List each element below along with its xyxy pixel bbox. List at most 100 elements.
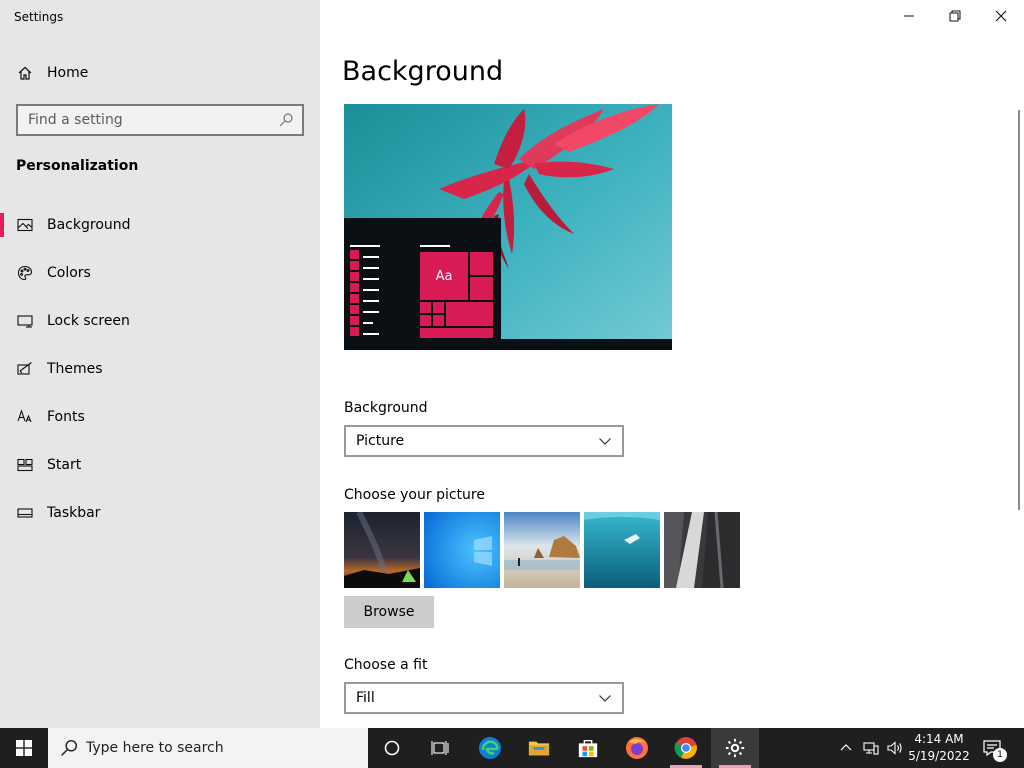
chrome-button[interactable] [662,728,710,768]
picture-thumbnails [344,512,740,588]
fit-value: Fill [356,690,375,706]
section-title: Personalization [16,158,139,174]
sidebar-item-label: Themes [47,361,103,377]
vertical-scrollbar[interactable] [1018,110,1020,510]
sidebar-item-lock-screen[interactable]: Lock screen [0,304,320,352]
window-controls [886,0,1024,32]
file-explorer-button[interactable] [515,728,563,768]
sidebar-item-start[interactable]: Start [0,448,320,496]
close-button[interactable] [978,0,1024,32]
restore-button[interactable] [932,0,978,32]
sidebar-item-label: Fonts [47,409,85,425]
settings-icon [725,738,745,758]
notification-count-badge: 1 [993,748,1007,762]
preview-tile [420,328,493,338]
edge-icon [479,737,501,759]
system-clock[interactable]: 4:14 AM 5/19/2022 [904,731,974,765]
restore-icon [949,10,961,22]
thumbnail-underwater[interactable] [584,512,660,588]
sidebar-item-label: Background [47,217,131,233]
show-hidden-icons-button[interactable] [836,728,856,768]
taskbar-icon [16,504,34,522]
preview-tile [470,252,493,275]
start-button[interactable] [0,728,48,768]
picture-icon [16,216,34,234]
clock-time: 4:14 AM [914,732,964,746]
choose-picture-label: Choose your picture [344,487,485,503]
start-tiles-icon [16,456,34,474]
sidebar-item-colors[interactable]: Colors [0,256,320,304]
personalization-nav-list: Background Colors Lock screen Themes Fon… [0,208,320,544]
chevron-down-icon [599,695,611,702]
chrome-icon [674,737,697,759]
sidebar: Settings Home Personalization Background [0,0,320,728]
sidebar-item-background[interactable]: Background [0,208,320,256]
background-type-dropdown[interactable]: Picture [344,425,624,457]
page-title: Background [342,56,504,87]
lock-screen-icon [16,312,34,330]
background-preview: Aa [344,104,672,350]
close-icon [995,10,1007,22]
search-icon[interactable] [278,112,294,128]
chevron-down-icon [599,438,611,445]
store-icon [578,739,598,758]
find-setting-search[interactable] [16,104,304,136]
app-title: Settings [14,10,64,24]
fonts-icon [16,408,34,426]
network-button[interactable] [860,728,882,768]
preview-menu-lines [350,245,380,344]
network-icon [863,742,879,755]
file-explorer-icon [528,741,550,756]
firefox-icon [626,737,648,759]
edge-button[interactable] [466,728,514,768]
preview-tile [433,315,444,326]
sidebar-item-fonts[interactable]: Fonts [0,400,320,448]
background-type-label: Background [344,400,428,416]
chevron-up-icon [840,744,852,751]
volume-button[interactable] [884,728,906,768]
home-nav-item[interactable]: Home [0,56,320,90]
preview-tile-aa: Aa [420,252,468,300]
sidebar-item-taskbar[interactable]: Taskbar [0,496,320,544]
thumbnail-windows-blue[interactable] [424,512,500,588]
preview-tile [446,302,493,326]
fit-dropdown[interactable]: Fill [344,682,624,714]
store-button[interactable] [564,728,612,768]
palette-icon [16,264,34,282]
sidebar-item-label: Taskbar [47,505,101,521]
choose-fit-label: Choose a fit [344,657,428,673]
thumbnail-beach-rocks[interactable] [504,512,580,588]
settings-taskbar-button[interactable] [711,728,759,768]
preview-tile [420,302,431,313]
taskbar-search-box[interactable] [48,728,368,768]
firefox-button[interactable] [613,728,661,768]
task-view-icon [431,741,449,755]
background-type-value: Picture [356,433,405,449]
cortana-icon [384,740,400,756]
settings-window: Settings Home Personalization Background [0,0,1024,728]
brush-icon [16,360,34,378]
taskbar-search-input[interactable] [86,740,346,756]
taskbar: 4:14 AM 5/19/2022 1 [0,728,1024,768]
search-icon [61,739,78,756]
preview-tile [433,302,444,313]
sidebar-item-label: Lock screen [47,313,130,329]
preview-tile [420,315,431,326]
find-setting-input[interactable] [28,112,278,128]
preview-tile [470,277,493,300]
preview-taskbar [344,339,672,350]
browse-button[interactable]: Browse [344,596,434,628]
minimize-button[interactable] [886,0,932,32]
task-view-button[interactable] [416,728,464,768]
volume-icon [887,741,902,755]
thumbnail-waterfall[interactable] [664,512,740,588]
home-label: Home [47,65,89,81]
preview-header-line [420,245,450,247]
clock-date: 5/19/2022 [908,749,970,763]
thumbnail-night-sky[interactable] [344,512,420,588]
windows-logo-icon [16,740,32,756]
cortana-button[interactable] [368,728,416,768]
sidebar-item-themes[interactable]: Themes [0,352,320,400]
home-icon [16,64,34,82]
sidebar-item-label: Start [47,457,82,473]
